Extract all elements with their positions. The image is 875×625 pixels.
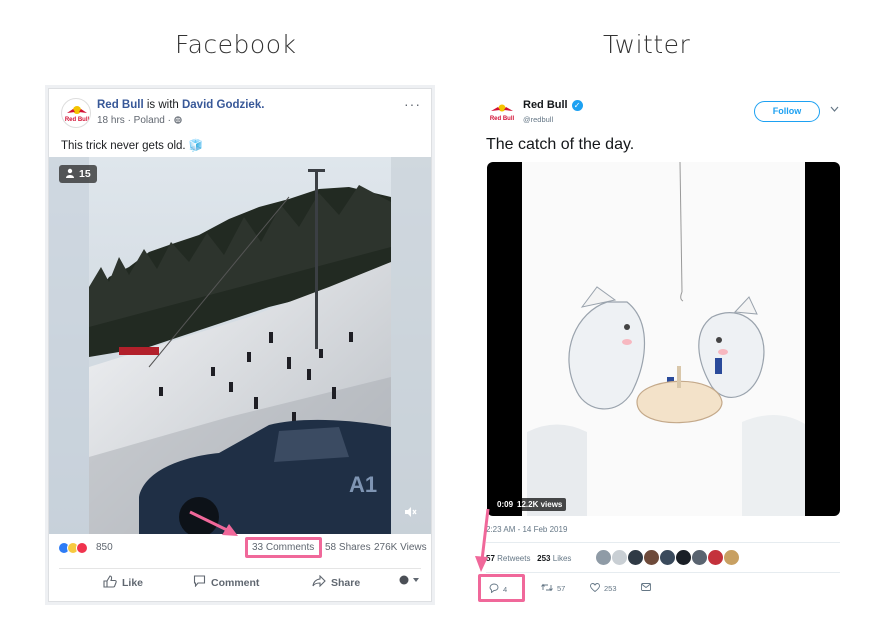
share-label: Share [331, 576, 361, 589]
retweet-icon [541, 583, 553, 594]
post-author-line: Red Bull is with David Godziek. [97, 99, 264, 111]
heart-icon [590, 583, 600, 594]
tweet-timestamp[interactable]: 2:23 AM - 14 Feb 2019 [486, 525, 567, 534]
likes-label: Likes [550, 554, 572, 563]
comment-icon [193, 575, 206, 590]
svg-text:Red Bull: Red Bull [65, 117, 90, 123]
views-count: 276K Views [374, 542, 427, 553]
liker-avatar[interactable] [644, 550, 659, 565]
globe-icon [174, 115, 182, 126]
comment-label: Comment [211, 576, 260, 589]
reactions-count[interactable]: 850 [96, 542, 113, 553]
with-text: is with [143, 99, 182, 111]
page-name-link[interactable]: Red Bull [97, 99, 144, 111]
liker-avatar[interactable] [628, 550, 643, 565]
mute-icon[interactable] [403, 505, 417, 522]
comments-highlight-box [245, 537, 322, 558]
share-icon [312, 574, 326, 590]
tagged-user-link[interactable]: David Godziek. [182, 99, 264, 111]
liker-avatar[interactable] [724, 550, 739, 565]
author-handle[interactable]: @redbull [523, 115, 553, 124]
divider [486, 572, 840, 573]
ski-slope-scene: A1 [49, 157, 431, 534]
red-bull-avatar[interactable]: Red Bull [488, 99, 516, 125]
follow-button[interactable]: Follow [754, 101, 820, 122]
person-icon [65, 168, 75, 181]
post-meta: 18 hrs · Poland · [97, 115, 182, 126]
liker-avatar[interactable] [676, 550, 691, 565]
ellipsis-icon[interactable]: ··· [404, 96, 421, 112]
reaction-icons[interactable] [58, 542, 88, 554]
post-text: This trick never gets old. 🧊 [61, 140, 204, 152]
liker-avatar[interactable] [612, 550, 627, 565]
red-bull-avatar[interactable]: Red Bull [61, 98, 91, 128]
thumbs-up-icon [103, 575, 117, 591]
comment-button[interactable]: Comment [193, 575, 259, 590]
reply-highlight-box [478, 574, 525, 602]
direct-message-button[interactable] [641, 583, 651, 593]
message-icon [641, 583, 651, 593]
retweet-count: 57 [557, 584, 566, 593]
viewer-count-badge: 15 [59, 165, 97, 183]
video-views: 12.2K views [517, 500, 563, 509]
twitter-heading: Twitter [603, 30, 691, 59]
facebook-post-card: Red Bull Red Bull is with David Godziek.… [48, 88, 432, 602]
video-info-badge: 0:09 12.2K views [493, 498, 567, 511]
author-name: Red Bull [523, 99, 568, 111]
like-count: 253 [604, 584, 617, 593]
facebook-heading: Facebook [175, 30, 297, 59]
love-reaction-icon [76, 542, 88, 554]
share-button[interactable]: Share [312, 574, 361, 590]
post-time-location[interactable]: 18 hrs · Poland · [97, 115, 174, 126]
retweets-label: Retweets [494, 554, 531, 563]
tweet-counts: 57 Retweets 253 Likes [486, 554, 571, 563]
globe-avatar-icon [399, 575, 421, 588]
liker-avatars[interactable] [596, 550, 739, 565]
likes-number[interactable]: 253 [537, 554, 550, 563]
post-video[interactable]: A1 15 [49, 157, 431, 534]
liker-avatar[interactable] [596, 550, 611, 565]
retweets-number[interactable]: 57 [486, 554, 495, 563]
fish-illustration [522, 162, 805, 516]
shares-count-link[interactable]: 58 Shares [325, 542, 371, 553]
like-button[interactable]: Like [103, 575, 143, 591]
like-label: Like [122, 577, 144, 589]
svg-text:Red Bull: Red Bull [490, 116, 515, 122]
video-duration: 0:09 [497, 500, 514, 509]
liker-avatar[interactable] [708, 550, 723, 565]
divider [486, 542, 840, 543]
tweet-video[interactable]: 0:09 12.2K views [487, 162, 840, 516]
post-action-bar: Like Comment Share [59, 568, 421, 594]
facebook-post-header: Red Bull Red Bull is with David Godziek.… [49, 89, 431, 133]
audience-selector[interactable] [399, 575, 421, 588]
like-button[interactable]: 253 [590, 583, 617, 594]
liker-avatar[interactable] [692, 550, 707, 565]
post-stats-bar: 850 33 Comments 58 Shares 276K Views [49, 536, 431, 560]
retweet-button[interactable]: 57 [541, 583, 565, 594]
chevron-down-icon[interactable] [830, 104, 839, 114]
svg-text:A1: A1 [349, 472, 377, 497]
liker-avatar[interactable] [660, 550, 675, 565]
verified-icon: ✓ [571, 99, 583, 111]
viewer-count: 15 [79, 168, 91, 180]
tweet-text: The catch of the day. [486, 136, 635, 153]
tweet-author-name[interactable]: Red Bull ✓ [523, 99, 583, 111]
